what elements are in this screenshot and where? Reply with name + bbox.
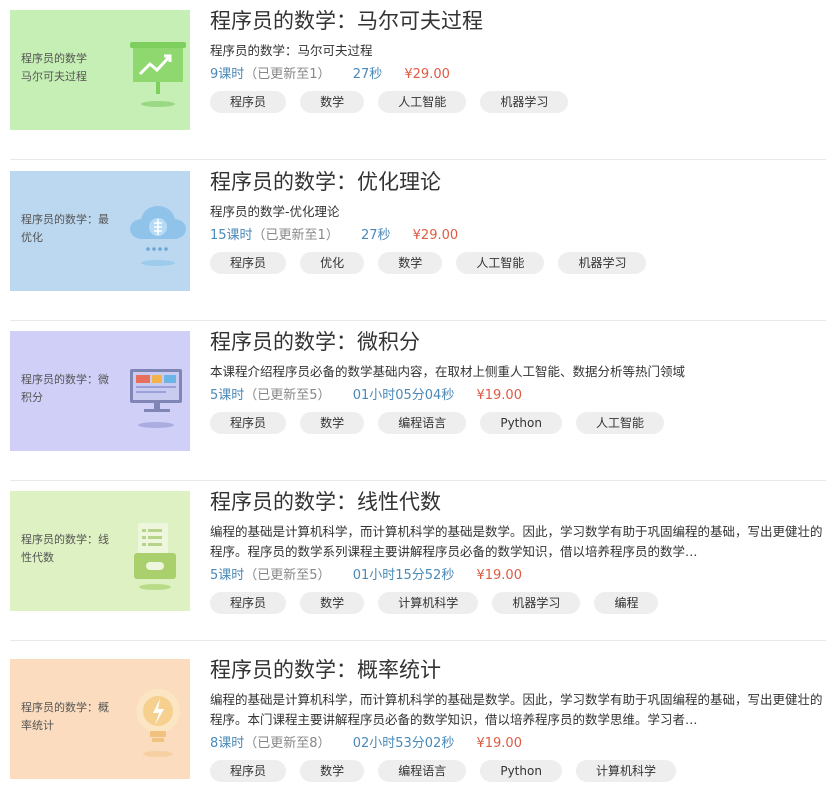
lesson-count-value: 5课时 <box>210 388 245 403</box>
course-thumbnail[interactable]: 程序员的数学：概率统计 <box>10 659 190 779</box>
tag-list: 程序员 数学 编程语言 Python 计算机科学 <box>210 760 826 782</box>
course-title[interactable]: 程序员的数学：微积分 <box>210 327 826 357</box>
thumbnail-caption: 程序员的数学 马尔可夫过程 <box>21 52 87 83</box>
course-title[interactable]: 程序员的数学：马尔可夫过程 <box>210 6 826 36</box>
tag-chip[interactable]: 编程语言 <box>378 412 467 434</box>
tag-chip[interactable]: 程序员 <box>210 592 287 614</box>
tag-chip[interactable]: Python <box>480 412 562 434</box>
lesson-count-value: 8课时 <box>210 736 245 751</box>
lesson-count: 15课时（已更新至1） <box>210 226 339 246</box>
course-description: 本课程介绍程序员必备的数学基础内容，在取材上侧重人工智能、数据分析等热门领域 <box>210 364 686 379</box>
course-duration: 02小时53分02秒 <box>352 736 455 751</box>
course-price: ¥19.00 <box>476 388 522 403</box>
lesson-count: 5课时（已更新至5） <box>210 386 331 406</box>
tag-chip[interactable]: 程序员 <box>210 760 287 782</box>
course-price: ¥19.00 <box>476 568 522 583</box>
course-info: 程序员的数学：马尔可夫过程 程序员的数学：马尔可夫过程 9课时（已更新至1） 2… <box>210 6 826 113</box>
update-status: （已更新至5） <box>244 388 331 403</box>
course-card[interactable]: 程序员的数学：微积分 程序员的数学：微积分 本课程介绍程序员必备的数学基础内容，… <box>10 321 826 481</box>
tag-chip[interactable]: 计算机科学 <box>378 592 479 614</box>
tag-list: 程序员 优化 数学 人工智能 机器学习 <box>210 252 826 274</box>
tag-chip[interactable]: 数学 <box>300 91 365 113</box>
course-card[interactable]: 程序员的数学：最优化 程序员的数学：优化理论 程序员的数学-优化理论 15课时（… <box>10 161 826 321</box>
tag-list: 程序员 数学 编程语言 Python 人工智能 <box>210 412 826 434</box>
lesson-count: 9课时（已更新至1） <box>210 65 331 85</box>
tag-chip[interactable]: 程序员 <box>210 252 287 274</box>
course-info: 程序员的数学：线性代数 编程的基础是计算机科学，而计算机科学的基础是数学。因此，… <box>210 487 826 614</box>
course-list: 程序员的数学 马尔可夫过程 程序员的数学：马尔可夫过程 程序员的数学：马尔可夫过… <box>0 0 836 790</box>
course-meta: 15课时（已更新至1） 27秒 ¥29.00 <box>210 226 826 246</box>
course-title[interactable]: 程序员的数学：概率统计 <box>210 655 826 685</box>
course-description: 编程的基础是计算机科学，而计算机科学的基础是数学。因此，学习数学有助于巩固编程的… <box>210 692 823 727</box>
course-title[interactable]: 程序员的数学：线性代数 <box>210 487 826 517</box>
divider <box>10 159 826 160</box>
course-meta: 9课时（已更新至1） 27秒 ¥29.00 <box>210 65 826 85</box>
update-status: （已更新至5） <box>244 568 331 583</box>
tag-chip[interactable]: 编程 <box>594 592 659 614</box>
tag-chip[interactable]: 优化 <box>300 252 365 274</box>
update-status: （已更新至1） <box>252 228 339 243</box>
course-description: 编程的基础是计算机科学，而计算机科学的基础是数学。因此，学习数学有助于巩固编程的… <box>210 524 823 559</box>
tag-list: 程序员 数学 人工智能 机器学习 <box>210 91 826 113</box>
lightbulb-icon <box>136 689 180 757</box>
course-duration: 01小时05分04秒 <box>352 388 455 403</box>
tag-chip[interactable]: 程序员 <box>210 91 287 113</box>
course-thumbnail[interactable]: 程序员的数学：最优化 <box>10 171 190 291</box>
course-info: 程序员的数学：概率统计 编程的基础是计算机科学，而计算机科学的基础是数学。因此，… <box>210 655 826 782</box>
tag-chip[interactable]: 数学 <box>300 412 365 434</box>
course-title[interactable]: 程序员的数学：优化理论 <box>210 167 826 197</box>
tag-chip[interactable]: 程序员 <box>210 412 287 434</box>
update-status: （已更新至1） <box>244 67 331 82</box>
course-thumbnail[interactable]: 程序员的数学：线性代数 <box>10 491 190 611</box>
course-card[interactable]: 程序员的数学：概率统计 程序员的数学：概率统计 编程的基础是计算机科学，而计算机… <box>10 649 826 790</box>
course-thumbnail[interactable]: 程序员的数学 马尔可夫过程 <box>10 10 190 130</box>
tag-chip[interactable]: 数学 <box>300 592 365 614</box>
tag-chip[interactable]: 机器学习 <box>558 252 647 274</box>
course-info: 程序员的数学：优化理论 程序员的数学-优化理论 15课时（已更新至1） 27秒 … <box>210 167 826 274</box>
course-price: ¥29.00 <box>404 67 450 82</box>
lesson-count: 5课时（已更新至5） <box>210 566 331 586</box>
tag-chip[interactable]: 人工智能 <box>378 91 467 113</box>
course-meta: 5课时（已更新至5） 01小时05分04秒 ¥19.00 <box>210 386 826 406</box>
course-duration: 01小时15分52秒 <box>352 568 455 583</box>
lesson-count-value: 5课时 <box>210 568 245 583</box>
tag-chip[interactable]: 数学 <box>300 760 365 782</box>
thumbnail-caption: 程序员的数学：最优化 <box>21 213 109 244</box>
lesson-count: 8课时（已更新至8） <box>210 734 331 754</box>
course-duration: 27秒 <box>360 228 391 243</box>
tag-list: 程序员 数学 计算机科学 机器学习 编程 <box>210 592 826 614</box>
course-info: 程序员的数学：微积分 本课程介绍程序员必备的数学基础内容，在取材上侧重人工智能、… <box>210 327 826 434</box>
cloud-brain-icon <box>130 206 186 266</box>
course-card[interactable]: 程序员的数学：线性代数 程序员的数学：线性代数 编程的基础是计算机科学，而计算机… <box>10 481 826 641</box>
update-status: （已更新至8） <box>244 736 331 751</box>
course-description: 程序员的数学-优化理论 <box>210 204 340 219</box>
tag-chip[interactable]: Python <box>480 760 562 782</box>
tag-chip[interactable]: 机器学习 <box>492 592 581 614</box>
tag-chip[interactable]: 人工智能 <box>576 412 665 434</box>
lesson-count-value: 9课时 <box>210 67 245 82</box>
monitor-dashboard-icon <box>130 369 182 428</box>
course-price: ¥19.00 <box>476 736 522 751</box>
presentation-chart-icon <box>130 42 186 107</box>
tag-chip[interactable]: 数学 <box>378 252 443 274</box>
divider <box>10 640 826 641</box>
course-duration: 27秒 <box>352 67 383 82</box>
course-card[interactable]: 程序员的数学 马尔可夫过程 程序员的数学：马尔可夫过程 程序员的数学：马尔可夫过… <box>10 0 826 160</box>
tag-chip[interactable]: 计算机科学 <box>576 760 677 782</box>
course-thumbnail[interactable]: 程序员的数学：微积分 <box>10 331 190 451</box>
thumbnail-caption: 程序员的数学：线性代数 <box>21 533 109 564</box>
tag-chip[interactable]: 人工智能 <box>456 252 545 274</box>
tag-chip[interactable]: 编程语言 <box>378 760 467 782</box>
course-meta: 5课时（已更新至5） 01小时15分52秒 ¥19.00 <box>210 566 826 586</box>
course-description: 程序员的数学：马尔可夫过程 <box>210 43 373 58</box>
tag-chip[interactable]: 机器学习 <box>480 91 569 113</box>
thumbnail-caption: 程序员的数学：微积分 <box>21 373 109 404</box>
folder-document-icon <box>134 523 176 590</box>
course-meta: 8课时（已更新至8） 02小时53分02秒 ¥19.00 <box>210 734 826 754</box>
lesson-count-value: 15课时 <box>210 228 253 243</box>
thumbnail-caption: 程序员的数学：概率统计 <box>21 701 109 732</box>
course-price: ¥29.00 <box>412 228 459 243</box>
